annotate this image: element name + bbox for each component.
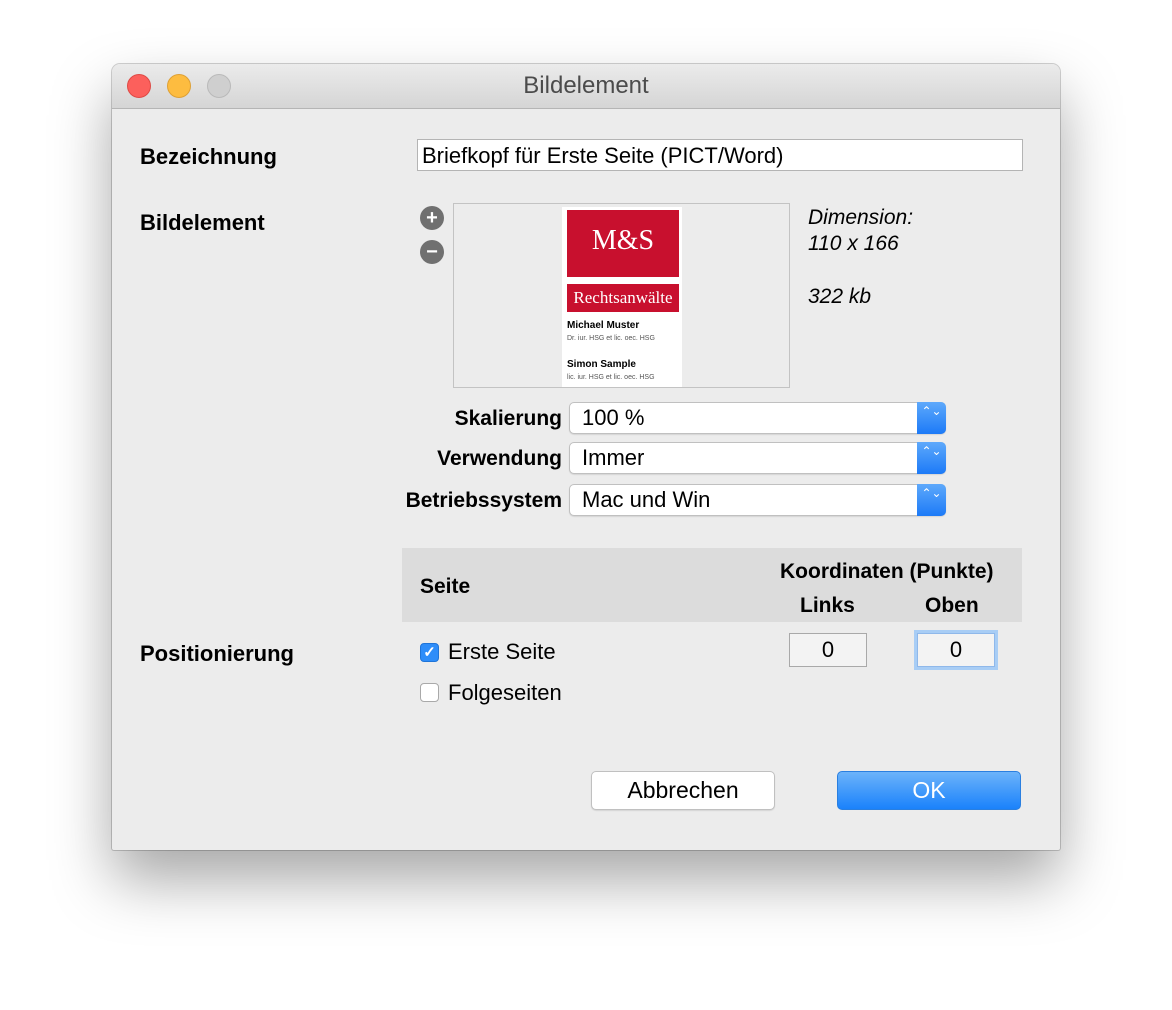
preview-person1-title: Dr. iur. HSG et lic. oec. HSG	[567, 335, 655, 342]
skalierung-value: 100 %	[582, 405, 645, 430]
zoom-out-icon[interactable]: −	[420, 240, 444, 264]
betriebssystem-label: Betriebssystem	[405, 489, 562, 512]
betriebssystem-value: Mac und Win	[582, 487, 711, 512]
preview-person2-name: Simon Sample	[567, 359, 636, 370]
cancel-button[interactable]: Abbrechen	[591, 771, 775, 810]
verwendung-select[interactable]: Immer ⌃⌄	[569, 442, 946, 474]
bezeichnung-input[interactable]: Briefkopf für Erste Seite (PICT/Word)	[417, 139, 1023, 171]
ok-button[interactable]: OK	[837, 771, 1021, 810]
folgeseiten-checkbox[interactable]	[420, 683, 439, 702]
window-title: Bildelement	[523, 72, 649, 99]
logo-subtitle: Rechtsanwälte	[567, 284, 679, 312]
header-koordinaten: Koordinaten (Punkte)	[780, 560, 994, 583]
erste-seite-label[interactable]: Erste Seite	[448, 639, 556, 665]
header-seite: Seite	[420, 575, 471, 598]
file-size: 322 kb	[808, 285, 872, 308]
image-preview-well[interactable]: M&S Rechtsanwälte Michael Muster Dr. iur…	[453, 203, 790, 388]
zoom-in-icon[interactable]: +	[420, 206, 444, 230]
verwendung-value: Immer	[582, 445, 645, 470]
erste-seite-oben-input[interactable]: 0	[917, 633, 995, 667]
verwendung-label: Verwendung	[437, 447, 562, 470]
positionierung-label: Positionierung	[140, 641, 294, 666]
betriebssystem-select[interactable]: Mac und Win ⌃⌄	[569, 484, 946, 516]
position-table-header: Seite Koordinaten (Punkte) Links Oben	[402, 548, 1022, 622]
folgeseiten-label[interactable]: Folgeseiten	[448, 680, 562, 706]
erste-seite-links-input[interactable]: 0	[789, 633, 867, 667]
preview-person1-name: Michael Muster	[567, 320, 640, 331]
letterhead-preview: M&S Rechtsanwälte Michael Muster Dr. iur…	[562, 207, 682, 387]
title-bar[interactable]: Bildelement	[112, 64, 1060, 109]
preview-person2-title: lic. iur. HSG et lic. oec. HSG	[567, 374, 655, 381]
logo-text: M&S	[567, 210, 679, 277]
popup-arrows-icon: ⌃⌄	[917, 484, 946, 516]
header-oben: Oben	[925, 594, 979, 617]
header-links: Links	[800, 594, 855, 617]
bezeichnung-label: Bezeichnung	[140, 144, 277, 169]
dialog-window: Bildelement Bezeichnung Briefkopf für Er…	[112, 64, 1060, 850]
popup-arrows-icon: ⌃⌄	[917, 402, 946, 434]
skalierung-select[interactable]: 100 % ⌃⌄	[569, 402, 946, 434]
popup-arrows-icon: ⌃⌄	[917, 442, 946, 474]
dimension-value: 110 x 166	[808, 232, 899, 255]
skalierung-label: Skalierung	[454, 407, 562, 430]
bildelement-label: Bildelement	[140, 210, 265, 235]
erste-seite-checkbox[interactable]: ✓	[420, 643, 439, 662]
dimension-label: Dimension:	[808, 206, 914, 229]
